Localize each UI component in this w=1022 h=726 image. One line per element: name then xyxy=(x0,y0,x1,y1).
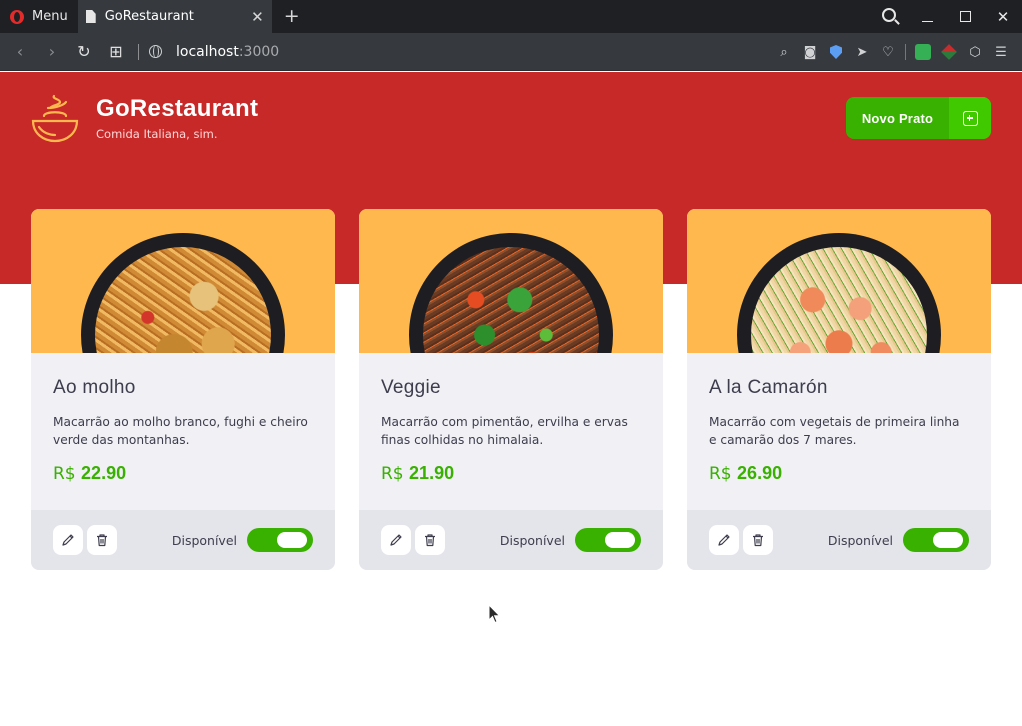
browser-tab[interactable]: GoRestaurant ✕ xyxy=(77,0,272,33)
maximize-icon[interactable] xyxy=(946,8,984,26)
delete-button[interactable] xyxy=(415,525,445,555)
settings-sliders-icon[interactable]: ☰ xyxy=(988,44,1014,60)
reload-icon[interactable]: ↻ xyxy=(68,42,100,61)
toggle-knob xyxy=(933,532,963,548)
close-tab-icon[interactable]: ✕ xyxy=(251,8,264,26)
new-tab-icon[interactable]: + xyxy=(284,7,300,26)
food-card-footer: Disponível xyxy=(359,510,663,570)
food-card-body: Veggie Macarrão com pimentão, ervilha e … xyxy=(359,353,663,510)
trash-icon xyxy=(97,534,107,547)
plate-image xyxy=(737,233,941,353)
food-price: R$ 22.90 xyxy=(53,463,313,484)
tab-title: GoRestaurant xyxy=(104,9,194,24)
availability-toggle[interactable] xyxy=(247,528,313,552)
minimize-icon[interactable] xyxy=(908,8,946,26)
plate-image xyxy=(409,233,613,353)
cube-icon[interactable]: ⬡ xyxy=(962,44,988,60)
url-port: :3000 xyxy=(238,43,280,60)
price-currency: R$ xyxy=(709,464,732,484)
opera-logo-icon xyxy=(10,9,24,24)
back-icon[interactable]: ‹ xyxy=(4,42,36,61)
food-price: R$ 21.90 xyxy=(381,463,641,484)
forward-icon[interactable]: › xyxy=(36,42,68,61)
food-card: A la Camarón Macarrão com vegetais de pr… xyxy=(687,209,991,570)
mouse-cursor-icon xyxy=(488,604,501,624)
food-image xyxy=(687,209,991,353)
browser-menu-button[interactable]: Menu xyxy=(0,0,78,33)
food-card-footer: Disponível xyxy=(31,510,335,570)
availability-label: Disponível xyxy=(499,532,565,548)
availability: Disponível xyxy=(172,528,313,552)
food-description: Macarrão ao molho branco, fughi e cheiro… xyxy=(53,415,308,447)
browser-menu-label: Menu xyxy=(32,9,68,24)
camera-icon[interactable]: ◙ xyxy=(797,44,823,60)
url-host: localhost xyxy=(176,43,239,60)
send-icon[interactable]: ➤ xyxy=(849,44,875,60)
tabs-grid-icon[interactable]: ⊞ xyxy=(100,42,132,61)
trash-icon xyxy=(753,534,763,547)
food-name: Ao molho xyxy=(53,377,136,398)
pencil-icon xyxy=(718,534,730,546)
availability-toggle[interactable] xyxy=(575,528,641,552)
add-icon xyxy=(949,97,991,139)
food-card: Ao molho Macarrão ao molho branco, fughi… xyxy=(31,209,335,570)
pencil-icon xyxy=(390,534,402,546)
bowl-logo-icon xyxy=(31,94,79,143)
app: GoRestaurant Comida Italiana, sim. Novo … xyxy=(0,72,1022,726)
availability: Disponível xyxy=(500,528,641,552)
food-description: Macarrão com pimentão, ervilha e ervas f… xyxy=(381,415,628,447)
availability: Disponível xyxy=(828,528,969,552)
toggle-knob xyxy=(605,532,635,548)
document-icon xyxy=(85,10,96,23)
globe-icon xyxy=(149,45,162,58)
availability-label: Disponível xyxy=(171,532,237,548)
address-bar: ‹ › ↻ ⊞ localhost:3000 ⌕ ◙ ➤ ♡ ⬡ ☰ xyxy=(0,33,1022,71)
plate-image xyxy=(81,233,285,353)
brand-tagline: Comida Italiana, sim. xyxy=(96,127,218,141)
availability-label: Disponível xyxy=(827,532,893,548)
new-dish-label: Novo Prato xyxy=(861,110,934,126)
food-image xyxy=(31,209,335,353)
window-controls: ✕ xyxy=(870,0,1022,33)
spotify-icon[interactable] xyxy=(910,44,936,60)
close-window-icon[interactable]: ✕ xyxy=(984,8,1022,26)
food-card-body: A la Camarón Macarrão com vegetais de pr… xyxy=(687,353,991,510)
toolbar-separator xyxy=(905,44,906,60)
price-value: 22.90 xyxy=(81,463,127,483)
price-value: 21.90 xyxy=(409,463,455,483)
url-field[interactable]: localhost:3000 xyxy=(176,44,279,60)
zoom-search-icon[interactable]: ⌕ xyxy=(771,44,797,60)
toggle-knob xyxy=(277,532,307,548)
new-dish-button[interactable]: Novo Prato xyxy=(846,97,991,139)
edit-button[interactable] xyxy=(709,525,739,555)
heart-icon[interactable]: ♡ xyxy=(875,44,901,60)
price-currency: R$ xyxy=(53,464,76,484)
food-description: Macarrão com vegetais de primeira linha … xyxy=(709,415,960,447)
food-card: Veggie Macarrão com pimentão, ervilha e … xyxy=(359,209,663,570)
extension-icon[interactable] xyxy=(936,44,962,60)
edit-button[interactable] xyxy=(381,525,411,555)
delete-button[interactable] xyxy=(743,525,773,555)
brand-title: GoRestaurant xyxy=(96,95,259,122)
trash-icon xyxy=(425,534,435,547)
vpn-shield-icon[interactable] xyxy=(823,44,849,60)
address-separator xyxy=(138,43,139,60)
food-list: Ao molho Macarrão ao molho branco, fughi… xyxy=(31,209,991,570)
food-name: A la Camarón xyxy=(709,377,828,398)
edit-button[interactable] xyxy=(53,525,83,555)
food-card-footer: Disponível xyxy=(687,510,991,570)
browser-tab-bar: Menu GoRestaurant ✕ + ✕ xyxy=(0,0,1022,33)
food-price: R$ 26.90 xyxy=(709,463,969,484)
toolbar-right: ⌕ ◙ ➤ ♡ ⬡ ☰ xyxy=(771,33,1014,71)
food-name: Veggie xyxy=(381,377,441,398)
price-value: 26.90 xyxy=(737,463,783,483)
availability-toggle[interactable] xyxy=(903,528,969,552)
food-card-body: Ao molho Macarrão ao molho branco, fughi… xyxy=(31,353,335,510)
pencil-icon xyxy=(62,534,74,546)
logo-area: GoRestaurant Comida Italiana, sim. xyxy=(30,94,258,144)
browser-search-icon[interactable] xyxy=(870,7,908,26)
delete-button[interactable] xyxy=(87,525,117,555)
price-currency: R$ xyxy=(381,464,404,484)
food-image xyxy=(359,209,663,353)
